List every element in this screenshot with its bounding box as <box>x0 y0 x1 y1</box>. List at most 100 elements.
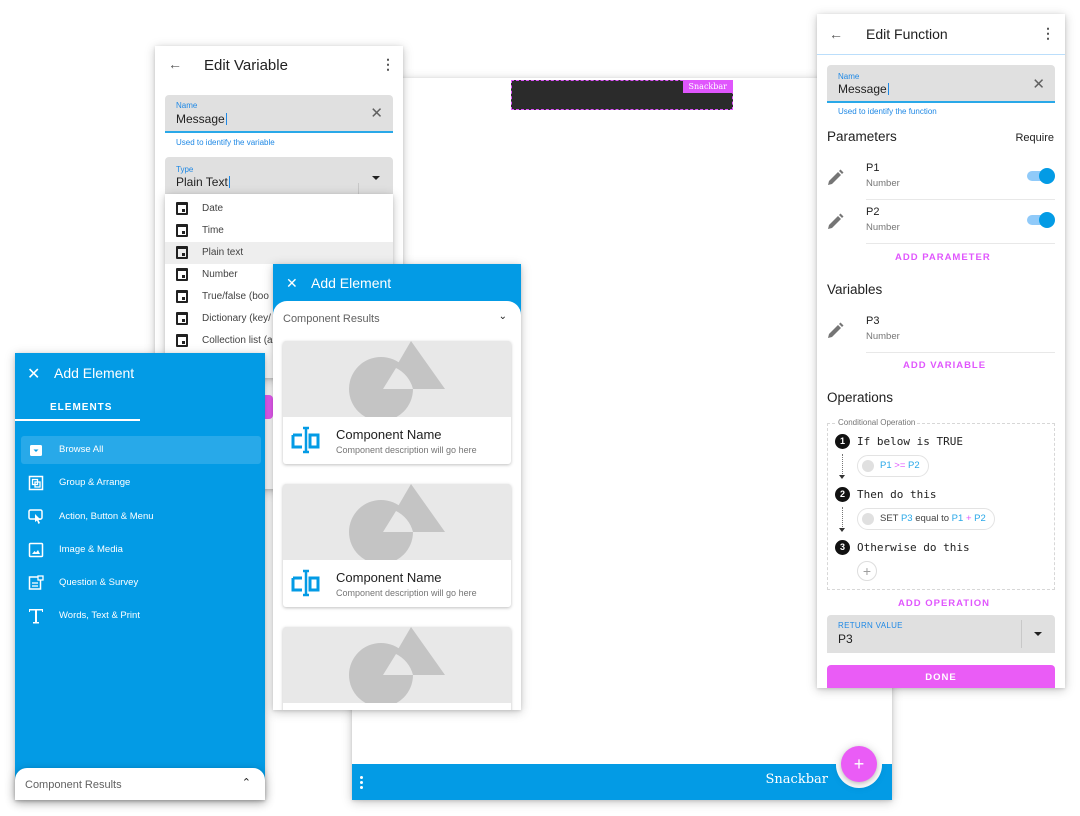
dropdown-option-plain-text[interactable]: Plain text <box>165 242 393 264</box>
parameter-row-p1[interactable]: P1 Number <box>817 156 1065 200</box>
snackbar-placeholder-top[interactable]: Snackbar <box>511 80 733 110</box>
dropdown-option-time[interactable]: Time <box>165 220 393 242</box>
dropdown-option-date[interactable]: Date <box>165 198 393 220</box>
group-arrange-icon <box>28 475 44 491</box>
category-image-media[interactable]: Image & Media <box>21 536 261 564</box>
operations-heading: Operations <box>827 390 894 405</box>
panel-title: Edit Variable <box>204 57 288 74</box>
done-button[interactable]: DONE <box>827 665 1055 688</box>
results-sheet: Component Results ⌄ Component Name Compo… <box>273 301 521 710</box>
parameter-type: Number <box>866 178 900 189</box>
more-vert-icon[interactable] <box>360 774 372 791</box>
name-field-value[interactable]: Message <box>838 82 889 96</box>
flow-connector <box>842 507 843 527</box>
name-field-value[interactable]: Message <box>176 112 227 126</box>
add-variable-button[interactable]: ADD VARIABLE <box>903 360 986 371</box>
calendar-icon <box>176 246 188 259</box>
condition-chip[interactable]: P1 >= P2 <box>857 455 929 477</box>
chevron-up-icon[interactable]: ⌃ <box>242 776 251 789</box>
require-toggle[interactable] <box>1027 212 1055 228</box>
category-group-arrange[interactable]: Group & Arrange <box>21 469 261 497</box>
add-operation-button[interactable]: ADD OPERATION <box>898 598 990 609</box>
placeholder-shapes-image <box>283 341 511 417</box>
component-name: Component Name <box>336 570 442 585</box>
name-field[interactable]: Name Message ✕ <box>165 95 393 133</box>
variable-name: P3 <box>866 315 880 327</box>
form-icon <box>28 575 44 590</box>
more-vert-icon[interactable]: ⋮ <box>1041 25 1055 42</box>
component-results-sheet[interactable]: Component Results ⌃ <box>15 768 265 800</box>
bottom-bar-snackbar-label: Snackbar <box>765 772 828 787</box>
name-field-label: Name <box>176 101 198 110</box>
close-icon[interactable]: ✕ <box>286 275 298 292</box>
dropdown-arrow-icon[interactable] <box>1034 632 1042 636</box>
calendar-icon <box>176 334 188 347</box>
back-arrow-icon[interactable]: ← <box>829 26 843 42</box>
component-card[interactable]: Component Name Component description wil… <box>283 484 511 607</box>
category-words-text-print[interactable]: Words, Text & Print <box>21 602 261 630</box>
category-question-survey[interactable]: Question & Survey <box>21 569 261 597</box>
component-card[interactable] <box>283 627 511 710</box>
token-variable: P3 <box>900 513 913 524</box>
step-text-otherwise: Otherwise do this <box>857 541 970 554</box>
edit-pencil-icon[interactable] <box>825 321 845 341</box>
snackbar-tag: Snackbar <box>682 80 733 93</box>
chip-handle-icon <box>862 513 874 525</box>
parameter-type: Number <box>866 222 900 233</box>
row-divider <box>866 352 1055 353</box>
row-divider <box>866 243 1055 244</box>
back-arrow-icon[interactable]: ← <box>168 56 182 72</box>
add-fab-button[interactable]: + <box>841 746 877 782</box>
name-field-label: Name <box>838 72 860 81</box>
step-number-3: 3 <box>835 540 850 555</box>
clear-icon[interactable]: ✕ <box>370 104 383 122</box>
placeholder-shapes-image <box>283 484 511 560</box>
edit-pencil-icon[interactable] <box>825 212 845 232</box>
category-browse-all[interactable]: Browse All <box>21 436 261 464</box>
text-icon <box>29 609 43 624</box>
sheet-title: Component Results <box>25 779 122 791</box>
step-number-2: 2 <box>835 487 850 502</box>
component-icon <box>291 426 320 454</box>
more-vert-icon[interactable]: ⋮ <box>381 56 395 73</box>
close-icon[interactable]: ✕ <box>27 364 40 384</box>
token-variable: P2 <box>908 460 920 471</box>
step-text-then: Then do this <box>857 488 937 501</box>
component-description: Component description will go here <box>336 445 477 455</box>
panel-title: Add Element <box>311 275 392 291</box>
drawer-title: Add Element <box>54 365 135 381</box>
action-chip[interactable]: SET P3 equal to P1 + P2 <box>857 508 995 530</box>
parameter-row-p2[interactable]: P2 Number <box>817 200 1065 244</box>
placeholder-shapes-image <box>283 627 511 703</box>
add-parameter-button[interactable]: ADD PARAMETER <box>895 252 991 263</box>
tab-elements[interactable]: ELEMENTS <box>50 402 112 413</box>
chevron-down-icon[interactable]: ⌄ <box>499 311 507 322</box>
edit-pencil-icon[interactable] <box>825 168 845 188</box>
calendar-icon <box>176 290 188 303</box>
flow-connector <box>842 454 843 474</box>
type-field-label: Type <box>176 165 194 174</box>
add-step-button[interactable]: + <box>857 561 877 581</box>
token-variable: P2 <box>974 513 986 524</box>
require-toggle[interactable] <box>1027 168 1055 184</box>
add-element-drawer: ✕ Add Element ELEMENTS Browse All Group … <box>15 353 265 800</box>
sheet-title: Component Results <box>283 313 380 325</box>
clear-icon[interactable]: ✕ <box>1032 75 1045 93</box>
component-card[interactable]: Component Name Component description wil… <box>283 341 511 464</box>
category-action-button-menu[interactable]: Action, Button & Menu <box>21 503 261 531</box>
flow-arrow-icon <box>839 528 845 532</box>
function-name-field[interactable]: Name Message ✕ <box>827 65 1055 103</box>
dropdown-arrow-icon[interactable] <box>372 176 380 180</box>
variables-heading: Variables <box>827 282 883 297</box>
type-select[interactable]: Type Plain Text <box>165 157 393 195</box>
parameter-name: P2 <box>866 206 880 218</box>
step-number-1: 1 <box>835 434 850 449</box>
return-value: P3 <box>838 632 853 646</box>
variable-row-p3[interactable]: P3 Number <box>817 309 1065 353</box>
return-value-select[interactable]: RETURN VALUE P3 <box>827 615 1055 653</box>
token-keyword: SET <box>880 513 899 524</box>
variable-type: Number <box>866 331 900 342</box>
token-variable: P1 <box>880 460 892 471</box>
calendar-icon <box>176 268 188 281</box>
panel-title: Edit Function <box>866 26 948 42</box>
